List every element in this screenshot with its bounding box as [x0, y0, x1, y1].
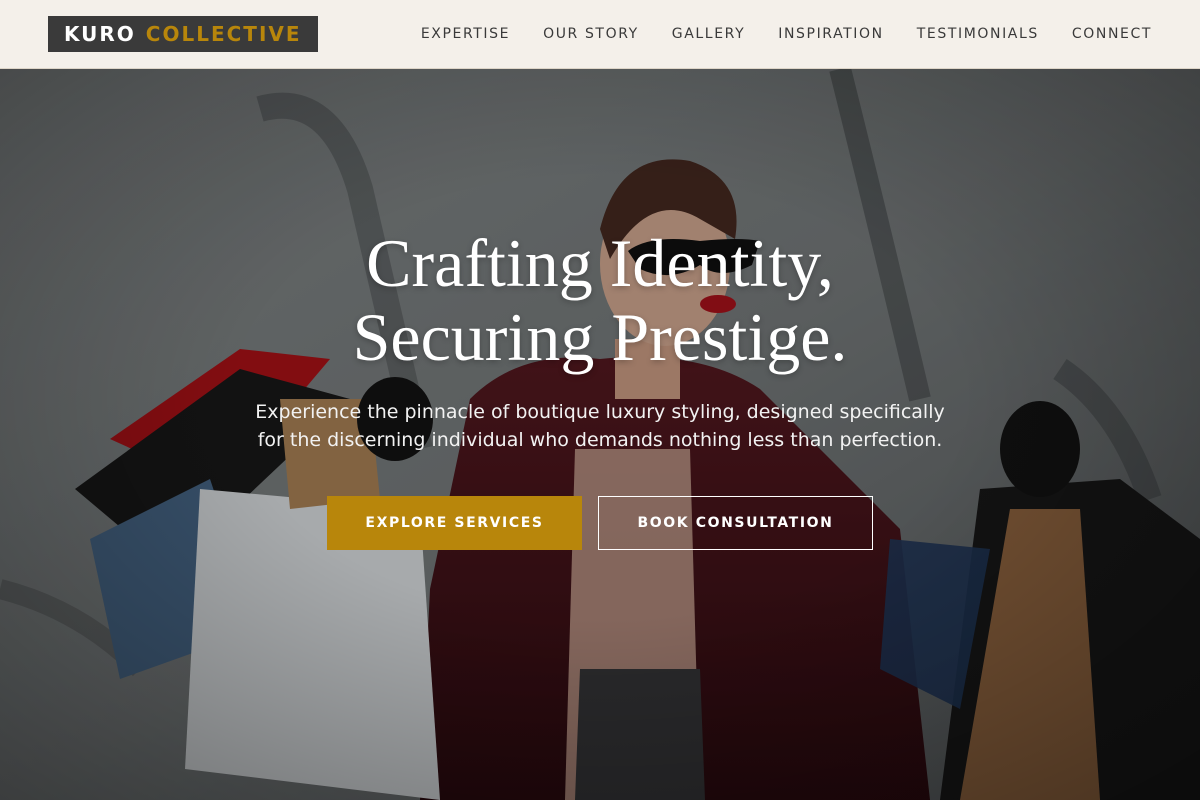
- hero-headline: Crafting Identity, Securing Prestige.: [353, 226, 848, 374]
- nav-link-connect[interactable]: CONNECT: [1072, 26, 1152, 42]
- nav-link-inspiration[interactable]: INSPIRATION: [778, 26, 883, 42]
- hero-headline-line-1: Crafting Identity,: [366, 225, 834, 301]
- hero-section: Crafting Identity, Securing Prestige. Ex…: [0, 69, 1200, 800]
- book-consultation-button[interactable]: BOOK CONSULTATION: [598, 496, 873, 550]
- hero-content: Crafting Identity, Securing Prestige. Ex…: [0, 69, 1200, 800]
- site-header: KURO COLLECTIVE EXPERTISE OUR STORY GALL…: [0, 0, 1200, 69]
- nav-link-gallery[interactable]: GALLERY: [672, 26, 745, 42]
- hero-subtitle: Experience the pinnacle of boutique luxu…: [255, 401, 945, 451]
- explore-services-button[interactable]: EXPLORE SERVICES: [327, 496, 582, 550]
- brand-logo[interactable]: KURO COLLECTIVE: [48, 16, 318, 52]
- main-nav: EXPERTISE OUR STORY GALLERY INSPIRATION …: [421, 26, 1152, 42]
- brand-name-accent: COLLECTIVE: [145, 22, 302, 46]
- hero-cta-group: EXPLORE SERVICES BOOK CONSULTATION: [327, 496, 873, 550]
- brand-name-primary: KURO: [64, 22, 136, 46]
- nav-link-testimonials[interactable]: TESTIMONIALS: [917, 26, 1039, 42]
- hero-headline-line-2: Securing Prestige.: [352, 299, 848, 375]
- nav-link-our-story[interactable]: OUR STORY: [543, 26, 639, 42]
- nav-link-expertise[interactable]: EXPERTISE: [421, 26, 510, 42]
